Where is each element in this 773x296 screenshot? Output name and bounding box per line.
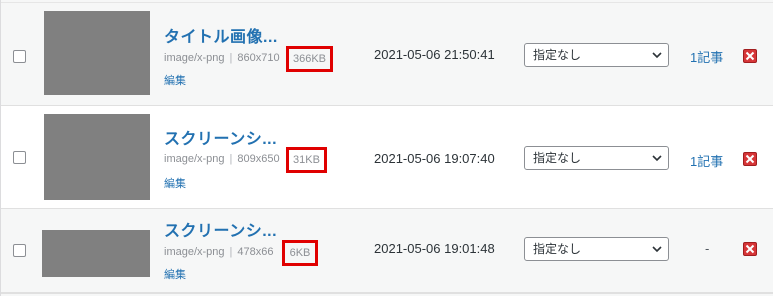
upload-date: 2021-05-06 21:50:41 [374, 47, 495, 62]
row-select-checkbox[interactable] [13, 50, 26, 63]
category-select[interactable]: 指定なし [524, 43, 669, 67]
file-size-highlight: 31KB [286, 147, 327, 173]
media-meta: image/x-png | 478x66 [164, 246, 274, 258]
category-select[interactable]: 指定なし [524, 237, 669, 261]
media-row: タイトル画像... image/x-png | 860x710 366KB 編集 2… [1, 3, 773, 106]
close-icon [745, 51, 755, 61]
delete-button[interactable] [743, 49, 757, 63]
edit-link[interactable]: 編集 [164, 175, 186, 191]
select-value: 指定なし [533, 151, 582, 165]
select-value: 指定なし [533, 242, 582, 256]
attached-posts-link[interactable]: 1記事 [690, 47, 723, 66]
edit-link[interactable]: 編集 [164, 266, 186, 282]
select-value: 指定なし [533, 48, 582, 62]
file-size-highlight: 6KB [282, 240, 318, 266]
media-thumbnail[interactable] [44, 11, 150, 95]
chevron-down-icon [652, 246, 662, 253]
media-title[interactable]: タイトル画像... [164, 23, 278, 47]
row-select-checkbox[interactable] [13, 151, 26, 164]
upload-date: 2021-05-06 19:01:48 [374, 241, 495, 256]
file-size-highlight: 366KB [286, 46, 333, 72]
delete-button[interactable] [743, 152, 757, 166]
media-row: スクリーンシ... image/x-png | 809x650 31KB 編集 20… [1, 106, 773, 209]
media-title[interactable]: スクリーンシ... [164, 125, 277, 149]
meta-separator: | [229, 246, 233, 258]
close-icon [745, 154, 755, 164]
upload-date: 2021-05-06 19:07:40 [374, 151, 495, 166]
media-mime: image/x-png [164, 153, 225, 165]
meta-separator: | [229, 153, 233, 165]
media-list: タイトル画像... image/x-png | 860x710 366KB 編集 2… [0, 0, 773, 296]
meta-separator: | [229, 52, 233, 64]
media-mime: image/x-png [164, 246, 225, 258]
media-dimensions: 860x710 [237, 52, 280, 64]
media-dimensions: 809x650 [237, 153, 280, 165]
chevron-down-icon [652, 155, 662, 162]
media-dimensions: 478x66 [237, 246, 274, 258]
edit-link[interactable]: 編集 [164, 72, 186, 88]
category-select[interactable]: 指定なし [524, 146, 669, 170]
media-meta: image/x-png | 809x650 [164, 153, 280, 165]
media-mime: image/x-png [164, 52, 225, 64]
delete-button[interactable] [743, 242, 757, 256]
chevron-down-icon [652, 52, 662, 59]
row-select-checkbox[interactable] [13, 244, 26, 257]
media-thumbnail[interactable] [42, 230, 150, 277]
media-row: スクリーンシ... image/x-png | 478x66 6KB 編集 2021… [1, 209, 773, 293]
close-icon [745, 244, 755, 254]
media-thumbnail[interactable] [44, 114, 150, 200]
attached-posts-none: - [705, 241, 710, 256]
attached-posts-link[interactable]: 1記事 [690, 151, 723, 170]
media-meta: image/x-png | 860x710 [164, 52, 280, 64]
media-title[interactable]: スクリーンシ... [164, 217, 277, 241]
